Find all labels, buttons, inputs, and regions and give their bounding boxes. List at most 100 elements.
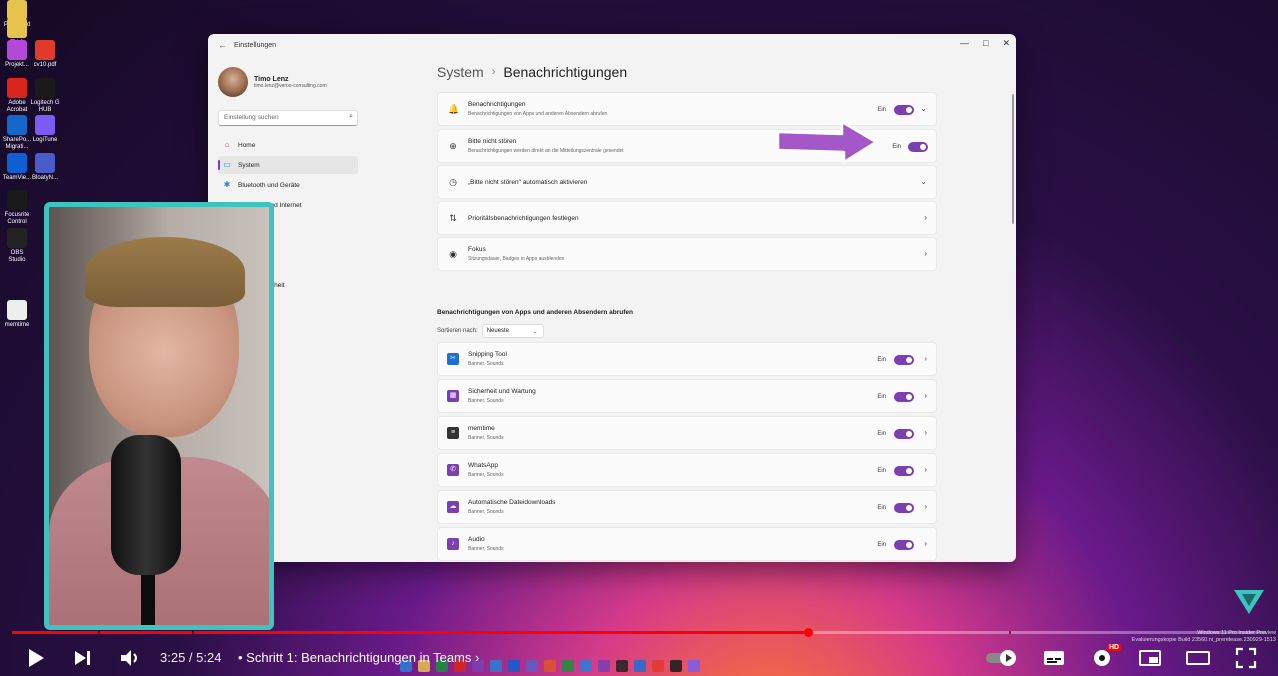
app-notification-row[interactable]: ▦ Sicherheit und Wartung Banner, Sounds Ein… [437,379,937,413]
sidebar-item[interactable]: ▭ System [218,156,358,174]
chapter-marker [192,631,194,634]
app-name: Sicherheit und Wartung [468,388,536,395]
profile-name: Timo Lenz [254,75,289,83]
desktop-icon[interactable]: SharePo... Migrati... [2,115,32,151]
app-name: memtime [468,425,495,432]
focus-icon: ◉ [449,249,457,259]
sort-row: Sortieren nach: Neueste ⌄ [437,324,544,338]
desktop-icon[interactable]: BloatyN... [30,153,60,182]
desktop-icon-label: LogiTune [32,137,58,143]
sort-select[interactable]: Neueste ⌄ [481,324,544,338]
desktop-icon[interactable]: memtime [2,300,32,329]
desktop-icon[interactable]: OBS Studio [2,228,32,264]
toggle-switch[interactable] [894,429,914,439]
sort-label: Sortieren nach: [437,328,478,334]
sidebar-item-label: System [238,161,260,169]
search-input[interactable]: Einstellung suchen ⌕ [218,110,358,126]
sidebar-item[interactable]: ⌂ Home [218,136,358,154]
theater-mode-icon[interactable] [1185,646,1211,670]
setting-row[interactable]: ◷ „Bitte nicht stören" automatisch aktivi… [437,165,937,199]
desktop-icon[interactable]: Adobe Acrobat [2,78,32,114]
webcam-overlay [44,202,274,630]
app-notification-row[interactable]: ♪ Audio Banner, Sounds Ein › [437,527,937,561]
setting-title: Benachrichtigungen [468,101,526,108]
user-profile[interactable]: Timo Lenz timo.lenz@veroo-consulting.com [218,64,358,100]
autoplay-toggle-icon[interactable] [984,646,1020,670]
app-notification-row[interactable]: ✆ WhatsApp Banner, Sounds Ein › [437,453,937,487]
app-icon [7,40,27,60]
app-subtitle: Banner, Sounds [468,361,504,367]
chevron-right-icon: › [475,650,480,665]
chevron-right-icon[interactable]: › [924,249,927,258]
app-subtitle: Banner, Sounds [468,472,504,478]
chevron-right-icon[interactable]: › [924,465,927,474]
search-placeholder: Einstellung suchen [224,114,279,121]
toggle-state-label: Ein [892,144,901,150]
play-icon[interactable] [26,646,46,670]
chevron-down-icon[interactable]: ⌄ [920,104,927,113]
subtitles-icon[interactable] [1042,646,1066,670]
desktop-icon[interactable]: Focusrite Control [2,190,32,226]
progress-bar[interactable] [12,628,1266,637]
toggle-state-label: Ein [877,357,886,363]
bluetooth-icon: ✱ [223,180,231,189]
app-icon: ♪ [447,538,459,550]
toggle-switch[interactable] [894,466,914,476]
desktop-icon[interactable]: cv10.pdf [30,40,60,69]
app-notification-row[interactable]: ☁ Automatische Dateidownloads Banner, Soun… [437,490,937,524]
desktop-icon[interactable]: Logitech G HUB [30,78,60,114]
app-icon [35,115,55,135]
mic-stand [141,567,155,625]
search-icon[interactable]: ⌕ [349,113,353,121]
chapter-title[interactable]: • Schritt 1: Benachrichtigungen in Teams… [238,650,479,665]
maximize-button[interactable]: □ [983,38,988,49]
desktop-icon-label: BloatyN... [31,175,58,181]
back-arrow-icon[interactable]: ← [218,40,234,50]
chevron-right-icon[interactable]: › [924,354,927,363]
scrollbar[interactable] [1012,94,1014,224]
desktop-icon-label: cv10.pdf [33,62,57,68]
app-icon [7,115,27,135]
chevron-right-icon[interactable]: › [924,502,927,511]
time-display: 3:25 / 5:24 [160,650,221,665]
desktop-icon-label: Adobe Acrobat [6,100,28,113]
chevron-right-icon[interactable]: › [924,428,927,437]
toggle-switch[interactable] [894,392,914,402]
sidebar-item[interactable]: ✱ Bluetooth und Geräte [218,176,358,194]
toggle-switch[interactable] [894,540,914,550]
toggle-switch[interactable] [894,105,914,115]
app-notification-row[interactable]: ✂ Snipping Tool Banner, Sounds Ein › [437,342,937,376]
setting-subtitle: Benachrichtigungen werden direkt an die … [468,148,624,154]
desktop-icon-label: Focusrite Control [4,212,30,225]
volume-icon[interactable] [118,646,142,670]
chevron-down-icon[interactable]: ⌄ [920,177,927,186]
app-name: Snipping Tool [468,351,507,358]
desktop-icon[interactable]: LogiTune [30,115,60,144]
close-button[interactable]: ✕ [1002,38,1010,49]
next-icon[interactable] [72,646,94,670]
clock-icon: ◷ [449,177,457,187]
toggle-switch[interactable] [908,142,928,152]
app-notification-row[interactable]: ≡ memtime Banner, Sounds Ein › [437,416,937,450]
desktop-icon[interactable]: Projekt... [2,40,32,69]
setting-subtitle: Benachrichtigungen von Apps und anderen … [468,111,608,117]
desktop-icon[interactable]: TeamVie... [2,153,32,182]
minimize-button[interactable]: — [960,38,969,49]
progress-scrubber[interactable] [803,628,813,637]
chevron-right-icon[interactable]: › [924,539,927,548]
app-icon: ✂ [447,353,459,365]
presenter-hair [85,237,245,307]
chevron-right-icon[interactable]: › [924,213,927,222]
chevron-right-icon[interactable]: › [924,391,927,400]
app-icon [35,40,55,60]
breadcrumb-parent[interactable]: System [437,64,484,80]
setting-row[interactable]: ◉ Fokus Sitzungsdauer, Badges in Apps ausb… [437,237,937,271]
toggle-state-label: Ein [877,468,886,474]
setting-row[interactable]: ⇅ Prioritätsbenachrichtigungen festlegen › [437,201,937,235]
toggle-switch[interactable] [894,355,914,365]
miniplayer-icon[interactable] [1138,646,1162,670]
toggle-switch[interactable] [894,503,914,513]
fullscreen-icon[interactable] [1234,646,1258,670]
app-icon: ≡ [447,427,459,439]
monitor-icon: ▭ [223,160,231,169]
